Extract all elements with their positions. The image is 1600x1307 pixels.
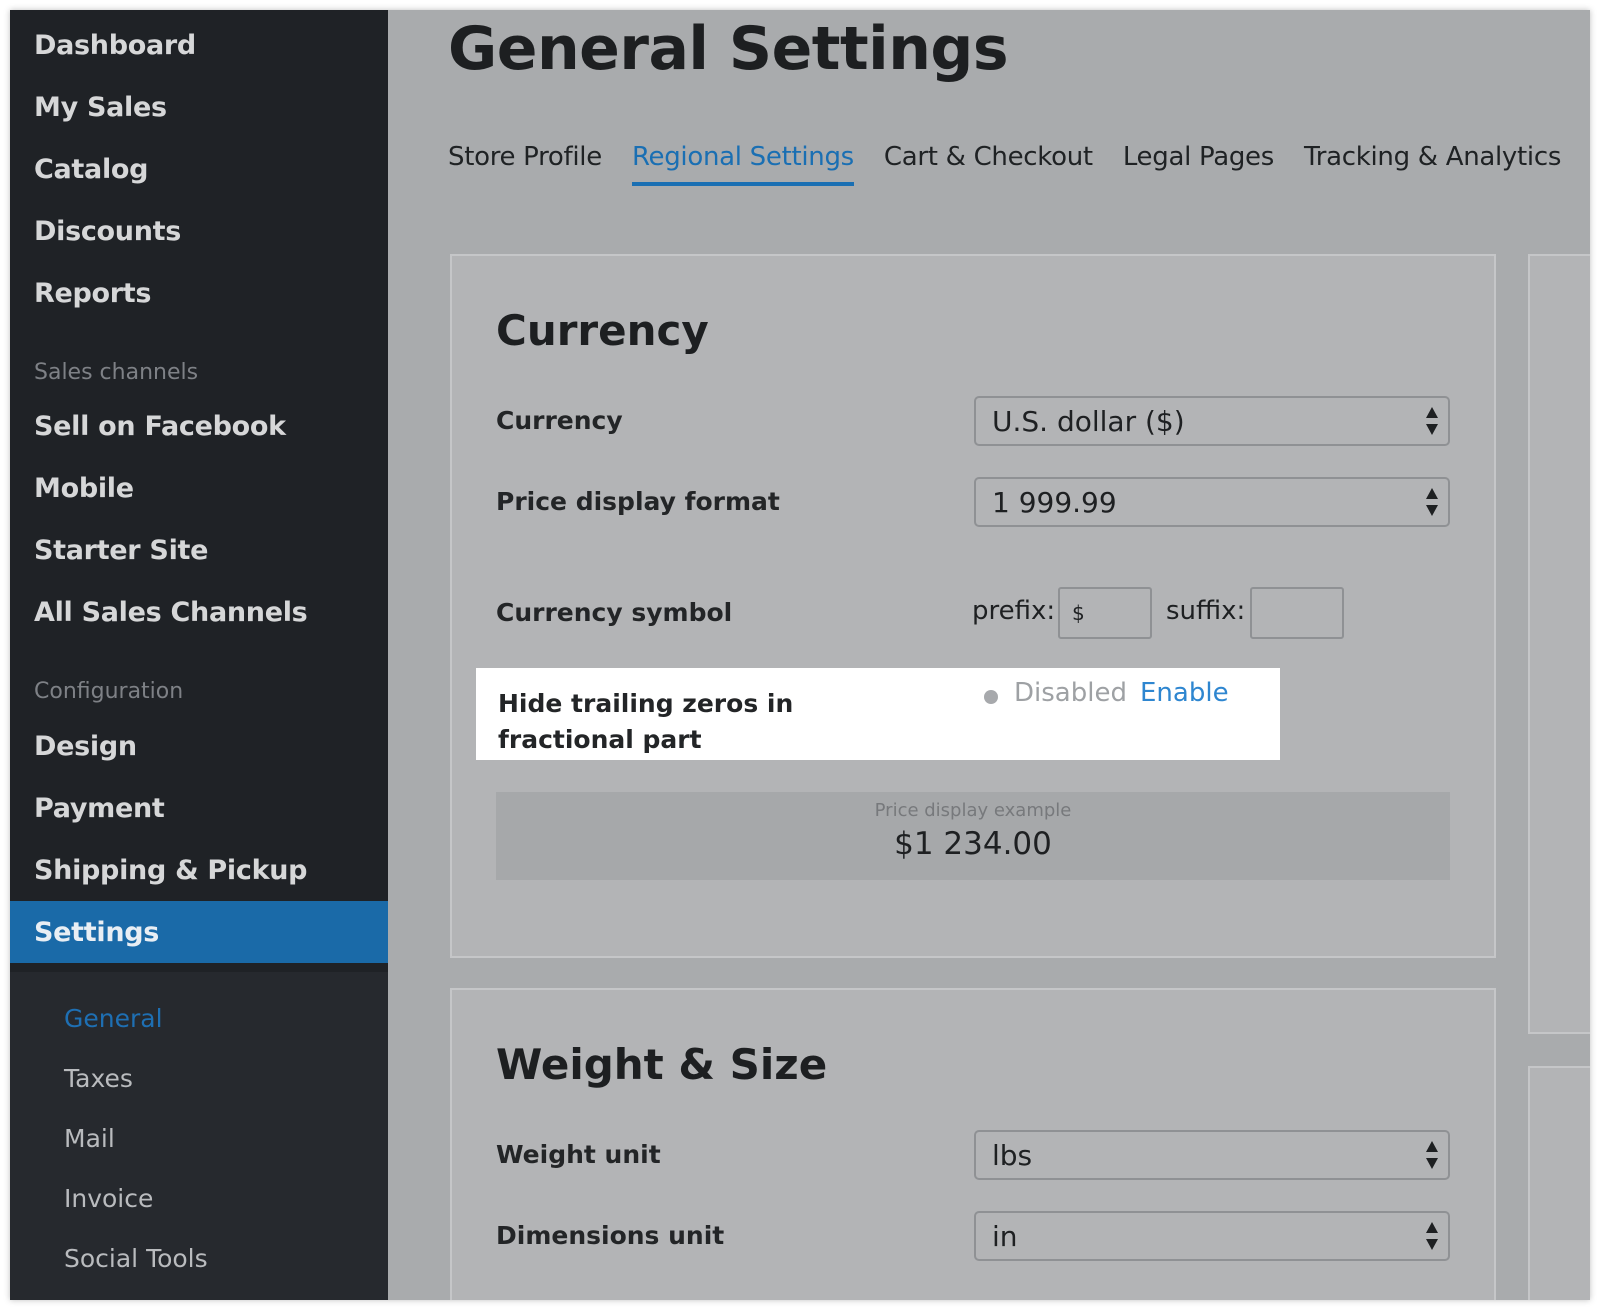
hide-trailing-zeros-label: Hide trailing zeros in fractional part bbox=[498, 689, 794, 754]
tab-regional-settings[interactable]: Regional Settings bbox=[631, 142, 854, 186]
prefix-input[interactable]: $ bbox=[1058, 587, 1152, 639]
sidebar-item-label: Design bbox=[34, 730, 137, 762]
status-dot-icon bbox=[984, 690, 998, 704]
weight-unit-select-value: lbs bbox=[992, 1138, 1033, 1172]
side-card bbox=[1528, 1066, 1590, 1300]
prefix-input-value: $ bbox=[1072, 601, 1085, 625]
sidebar-item-payment[interactable]: Payment bbox=[10, 777, 388, 839]
tab-store-profile[interactable]: Store Profile bbox=[448, 142, 602, 186]
currency-select[interactable]: U.S. dollar ($) bbox=[974, 396, 1450, 446]
sidebar-item-label: Reports bbox=[34, 277, 152, 309]
price-example-label: Price display example bbox=[874, 800, 1072, 821]
sidebar-item-all-sales-channels[interactable]: All Sales Channels bbox=[10, 581, 388, 643]
sidebar-item-discounts[interactable]: Discounts bbox=[10, 200, 388, 262]
side-card bbox=[1528, 254, 1590, 1034]
select-arrows-icon bbox=[1426, 1141, 1438, 1169]
hide-trailing-zeros-row: Hide trailing zeros in fractional part D… bbox=[476, 668, 1280, 760]
sidebar-item-label: Shipping & Pickup bbox=[34, 854, 308, 886]
settings-submenu: General Taxes Mail Invoice Social Tools bbox=[10, 972, 388, 1300]
page-title: General Settings bbox=[448, 14, 1009, 84]
sidebar: Dashboard My Sales Catalog Discounts Rep… bbox=[10, 10, 388, 1300]
sidebar-item-label: All Sales Channels bbox=[34, 596, 308, 628]
sidebar-item-label: Starter Site bbox=[34, 534, 209, 566]
weight-unit-label: Weight unit bbox=[496, 1140, 661, 1169]
sidebar-item-label: Mobile bbox=[34, 472, 134, 504]
main-content: General Settings Store Profile Regional … bbox=[388, 10, 1590, 1300]
weight-size-card: Weight & Size Weight unit lbs Dimensions… bbox=[450, 988, 1496, 1300]
sidebar-item-shipping-pickup[interactable]: Shipping & Pickup bbox=[10, 839, 388, 901]
suffix-input[interactable] bbox=[1250, 587, 1344, 639]
select-arrows-icon bbox=[1426, 1222, 1438, 1250]
sidebar-item-label: Payment bbox=[34, 792, 165, 824]
sidebar-item-catalog[interactable]: Catalog bbox=[10, 138, 388, 200]
currency-symbol-label: Currency symbol bbox=[496, 598, 733, 627]
tab-tracking-analytics[interactable]: Tracking & Analytics bbox=[1304, 142, 1561, 186]
app-window: Dashboard My Sales Catalog Discounts Rep… bbox=[10, 10, 1590, 1300]
sidebar-item-my-sales[interactable]: My Sales bbox=[10, 76, 388, 138]
submenu-item-social-tools[interactable]: Social Tools bbox=[64, 1244, 208, 1273]
sidebar-item-starter-site[interactable]: Starter Site bbox=[10, 519, 388, 581]
sidebar-item-label: Catalog bbox=[34, 153, 149, 185]
price-display-example: Price display example $1 234.00 bbox=[496, 792, 1450, 880]
sidebar-item-label: My Sales bbox=[34, 91, 167, 123]
sidebar-item-label: Settings bbox=[34, 916, 160, 948]
suffix-label: suffix: bbox=[1166, 596, 1246, 626]
tab-legal-pages[interactable]: Legal Pages bbox=[1123, 142, 1274, 186]
sidebar-item-reports[interactable]: Reports bbox=[10, 262, 388, 324]
price-format-label: Price display format bbox=[496, 487, 780, 516]
dimensions-unit-select-value: in bbox=[992, 1219, 1018, 1253]
trailing-zeros-status: Disabled bbox=[1014, 678, 1127, 708]
sidebar-item-dashboard[interactable]: Dashboard bbox=[10, 14, 388, 76]
tab-cart-checkout[interactable]: Cart & Checkout bbox=[884, 142, 1093, 186]
price-format-select-value: 1 999.99 bbox=[992, 485, 1117, 519]
prefix-label: prefix: bbox=[972, 596, 1056, 626]
currency-title: Currency bbox=[496, 306, 709, 355]
dimensions-unit-label: Dimensions unit bbox=[496, 1221, 725, 1250]
sidebar-item-label: Dashboard bbox=[34, 29, 196, 61]
select-arrows-icon bbox=[1426, 407, 1438, 435]
weight-unit-select[interactable]: lbs bbox=[974, 1130, 1450, 1180]
enable-trailing-zeros-link[interactable]: Enable bbox=[1140, 678, 1229, 708]
sidebar-item-settings[interactable]: Settings bbox=[10, 901, 388, 963]
weight-size-title: Weight & Size bbox=[496, 1040, 828, 1089]
currency-label: Currency bbox=[496, 406, 623, 435]
sidebar-item-label: Sell on Facebook bbox=[34, 410, 286, 442]
submenu-item-mail[interactable]: Mail bbox=[64, 1124, 115, 1153]
dimensions-unit-select[interactable]: in bbox=[974, 1211, 1450, 1261]
sidebar-item-mobile[interactable]: Mobile bbox=[10, 457, 388, 519]
submenu-item-general[interactable]: General bbox=[64, 1004, 163, 1033]
currency-select-value: U.S. dollar ($) bbox=[992, 404, 1185, 438]
sidebar-item-sell-on-facebook[interactable]: Sell on Facebook bbox=[10, 395, 388, 457]
settings-tabs: Store Profile Regional Settings Cart & C… bbox=[448, 142, 1590, 186]
submenu-item-invoice[interactable]: Invoice bbox=[64, 1184, 153, 1213]
price-example-value: $1 234.00 bbox=[894, 826, 1052, 862]
select-arrows-icon bbox=[1426, 488, 1438, 516]
submenu-item-taxes[interactable]: Taxes bbox=[64, 1064, 133, 1093]
sidebar-item-label: Discounts bbox=[34, 215, 182, 247]
sidebar-section-configuration: Configuration bbox=[34, 679, 184, 704]
price-format-select[interactable]: 1 999.99 bbox=[974, 477, 1450, 527]
sidebar-section-sales-channels: Sales channels bbox=[34, 360, 199, 385]
sidebar-item-design[interactable]: Design bbox=[10, 715, 388, 777]
